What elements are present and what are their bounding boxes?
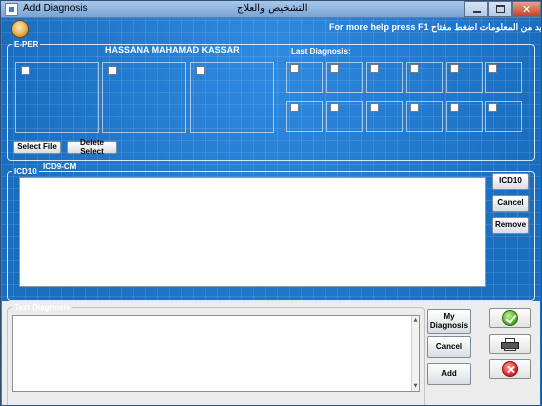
last-diagnosis-checkbox[interactable] — [370, 64, 379, 73]
last-diagnosis-checkbox[interactable] — [488, 64, 497, 73]
close-button[interactable]: ✕ — [512, 1, 541, 17]
text-diagnosis-textarea[interactable]: ▲ ▼ — [12, 315, 420, 392]
scroll-up-icon[interactable]: ▲ — [412, 317, 419, 324]
x-icon — [502, 361, 518, 377]
last-diagnosis-checkbox[interactable] — [290, 103, 299, 112]
last-diagnosis-checkbox[interactable] — [290, 64, 299, 73]
dialog-client-area: For more help press F1 لمزيد من المعلوما… — [1, 18, 541, 405]
eper-file-checkbox[interactable] — [21, 66, 30, 75]
minimize-icon — [473, 11, 481, 13]
my-diagnosis-button[interactable]: My Diagnosis — [427, 309, 471, 334]
eper-legend: E-PER — [14, 40, 39, 49]
maximize-button[interactable] — [488, 1, 512, 17]
select-file-button[interactable]: Select File — [13, 141, 61, 154]
ok-button[interactable] — [489, 308, 531, 328]
add-button[interactable]: Add — [427, 363, 471, 385]
vertical-scrollbar[interactable]: ▲ ▼ — [411, 316, 419, 391]
eper-file-checkbox[interactable] — [196, 66, 205, 75]
last-diagnosis-checkbox[interactable] — [330, 64, 339, 73]
icd-remove-button[interactable]: Remove — [492, 217, 529, 234]
icd-code-list[interactable] — [19, 177, 486, 287]
last-diagnosis-checkbox[interactable] — [450, 103, 459, 112]
last-diagnosis-checkbox[interactable] — [370, 103, 379, 112]
add-diagnosis-window: Add Diagnosis التشخيص والعلاج ✕ For more… — [0, 0, 542, 406]
maximize-icon — [496, 5, 505, 13]
tab-icd9-cm[interactable]: ICD9-CM — [43, 162, 76, 171]
text-diagnosis-cancel-button[interactable]: Cancel — [427, 336, 471, 358]
last-diagnosis-checkbox[interactable] — [488, 103, 497, 112]
tab-icd10[interactable]: ICD10 — [12, 167, 39, 176]
window-title-arabic: التشخيص والعلاج — [237, 3, 308, 14]
last-diagnosis-checkbox[interactable] — [410, 64, 419, 73]
delete-select-button[interactable]: Delete Select — [67, 138, 117, 155]
last-diagnosis-checkbox[interactable] — [410, 103, 419, 112]
text-diagnosis-legend: Text Diagnosis — [14, 303, 71, 312]
title-bar[interactable]: Add Diagnosis التشخيص والعلاج ✕ — [1, 1, 541, 18]
last-diagnosis-label: Last Diagnosis: — [291, 47, 351, 56]
help-hint: For more help press F1 لمزيد من المعلوما… — [329, 22, 542, 32]
patient-name: HASSANA MAHAMAD KASSAR — [105, 45, 240, 55]
exit-button[interactable] — [489, 359, 531, 379]
printer-icon — [501, 337, 519, 351]
check-icon — [502, 310, 518, 326]
user-icon — [11, 20, 29, 38]
close-icon: ✕ — [522, 3, 532, 16]
print-button[interactable] — [489, 334, 531, 354]
app-icon — [5, 3, 18, 16]
scroll-down-icon[interactable]: ▼ — [412, 383, 419, 390]
window-title: Add Diagnosis — [23, 3, 88, 14]
last-diagnosis-checkbox[interactable] — [450, 64, 459, 73]
minimize-button[interactable] — [464, 1, 488, 17]
icd-cancel-button[interactable]: Cancel — [492, 195, 529, 212]
icd10-button[interactable]: ICD10 — [492, 173, 529, 190]
last-diagnosis-checkbox[interactable] — [330, 103, 339, 112]
eper-file-checkbox[interactable] — [108, 66, 117, 75]
